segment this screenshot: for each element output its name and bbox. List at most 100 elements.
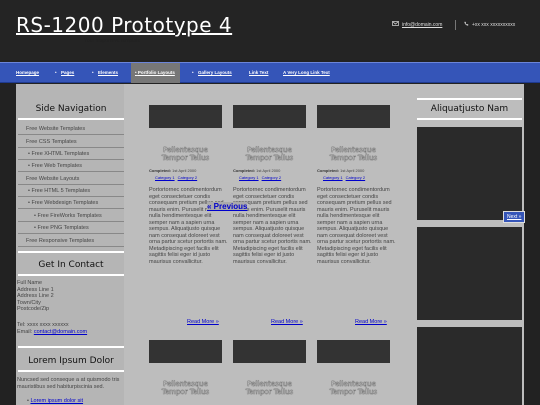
side-nav-item-website-layouts[interactable]: Free Website Layouts <box>18 173 124 185</box>
nav-gallery-layouts[interactable]: Gallery Layouts <box>198 63 232 83</box>
card-image[interactable] <box>149 340 222 363</box>
address-line: Address Line 2 <box>17 293 54 299</box>
next-button[interactable]: Next » <box>503 211 526 223</box>
side-nav-item-xhtml-templates[interactable]: • Free XHTML Templates <box>18 148 124 160</box>
right-heading-divider-bottom <box>417 118 522 120</box>
card-title[interactable]: Pellentesque Tempor Tellus <box>149 146 222 162</box>
envelope-icon <box>392 21 399 28</box>
card-image[interactable] <box>233 340 306 363</box>
side-nav-item-html5-templates[interactable]: • Free HTML 5 Templates <box>18 185 124 197</box>
header-email-link[interactable]: info@domain.com <box>402 22 442 28</box>
card-title-line: Pellentesque <box>247 380 292 388</box>
nav-long-link-text[interactable]: A Very Long Link Text <box>283 63 330 83</box>
side-nav-item-fireworks-templates[interactable]: • Free FireWorks Templates <box>18 210 124 222</box>
card-title[interactable]: Pellentesque Tempor Tellus <box>233 146 306 162</box>
card-completed-label: Completed: <box>233 168 255 173</box>
card-title[interactable]: Pellentesque Tempor Tellus <box>233 380 306 396</box>
side-nav-item-label: Free XHTML Templates <box>31 151 90 157</box>
read-more-link[interactable]: Read More » <box>271 319 303 325</box>
card-title-line: Tempor Tellus <box>245 154 294 162</box>
nav-portfolio-bullet: • <box>135 70 137 75</box>
contact-divider-top <box>18 251 124 253</box>
card-category-link[interactable]: Category 1 <box>155 175 175 180</box>
card-categories: Category 1 Category 2 <box>155 175 200 180</box>
card-category-link[interactable]: Category 1 <box>323 175 343 180</box>
right-sidebar-box[interactable] <box>417 127 522 220</box>
card-body: Portortornec condimentordum eget consect… <box>233 187 312 265</box>
card-category-link[interactable]: Category 1 <box>239 175 259 180</box>
address-line: Postcode/Zip <box>17 306 50 312</box>
read-more-link[interactable]: Read More » <box>187 319 219 325</box>
side-nav-heading: Side Navigation <box>35 104 107 114</box>
side-nav-item-webdesign-templates[interactable]: • Free Webdesign Templates <box>18 197 124 209</box>
card-category-link[interactable]: Category 2 <box>262 175 282 180</box>
nav-gallery-bullet: • <box>192 70 194 75</box>
site-title[interactable]: RS-1200 Prototype 4 <box>16 13 232 37</box>
card-title-line: Tempor Tellus <box>161 388 210 396</box>
side-nav-item-website-templates[interactable]: Free Website Templates <box>18 123 124 135</box>
lorem-heading: Lorem Ipsum Dolor <box>28 356 114 366</box>
contact-email-row: Email: contact@domain.com <box>17 329 87 336</box>
card-image[interactable] <box>233 105 306 128</box>
card-title-line: Tempor Tellus <box>329 154 378 162</box>
side-nav-item-web-templates[interactable]: • Free Web Templates <box>18 160 124 172</box>
nav-homepage[interactable]: Homepage <box>16 63 39 83</box>
card-completed-label: Completed: <box>317 168 339 173</box>
card-completed: Completed: 1st April 2000 <box>149 168 196 173</box>
nav-elements-bullet: • <box>92 70 94 75</box>
card-completed: Completed: 1st April 2000 <box>233 168 280 173</box>
side-nav-item-label: Free PNG Templates <box>37 225 89 231</box>
site-header: RS-1200 Prototype 4 Your responsive temp… <box>0 0 540 60</box>
card-title[interactable]: Pellentesque Tempor Tellus <box>317 146 390 162</box>
read-more-link[interactable]: Read More » <box>355 319 387 325</box>
card-title-line: Pellentesque <box>331 146 376 154</box>
card-title[interactable]: Pellentesque Tempor Tellus <box>317 380 390 396</box>
nav-elements[interactable]: Elements <box>98 63 118 83</box>
card-image[interactable] <box>317 340 390 363</box>
phone-icon <box>464 21 469 28</box>
side-nav-item-png-templates[interactable]: • Free PNG Templates <box>18 222 124 234</box>
previous-button[interactable]: « Previous <box>207 202 248 211</box>
card-completed-date: 1st April 2000 <box>172 168 197 173</box>
card-category-link[interactable]: Category 2 <box>178 175 198 180</box>
nav-pages[interactable]: Pages <box>61 63 74 83</box>
main-nav: Homepage • Pages • Elements • Portfolio … <box>0 62 540 83</box>
card-title-line: Pellentesque <box>247 146 292 154</box>
right-sidebar-box[interactable] <box>417 227 522 320</box>
contact-heading: Get In Contact <box>38 260 104 270</box>
lorem-text: Nuncsed sed conseque a at quismodo tris … <box>17 377 120 390</box>
lorem-link[interactable]: Lorem ipsum dolor sit <box>30 398 83 404</box>
card-completed-label: Completed: <box>149 168 171 173</box>
nav-portfolio-label: Portfolio Layouts <box>137 70 175 75</box>
lorem-divider-bottom <box>18 370 124 372</box>
card-image[interactable] <box>149 105 222 128</box>
side-nav-item-label: Free HTML 5 Templates <box>31 188 91 194</box>
card-title[interactable]: Pellentesque Tempor Tellus <box>149 380 222 396</box>
contact-details: Tel: xxxx xxxx xxxxxx Email: contact@dom… <box>17 322 87 335</box>
card-image[interactable] <box>317 105 390 128</box>
side-nav-item-label: Free Webdesign Templates <box>31 200 99 206</box>
card-title-line: Tempor Tellus <box>161 154 210 162</box>
contact-divider-bottom <box>18 274 124 276</box>
contact-address: Full Name Address Line 1 Address Line 2 … <box>17 280 54 313</box>
contact-email-link[interactable]: contact@domain.com <box>34 329 87 335</box>
side-nav-item-label: Free FireWorks Templates <box>37 213 102 219</box>
lorem-divider-top <box>18 346 124 348</box>
nav-link-text[interactable]: Link Text <box>249 63 268 83</box>
card-categories: Category 1 Category 2 <box>239 175 284 180</box>
card-title-line: Pellentesque <box>163 146 208 154</box>
nav-pages-bullet: • <box>55 70 57 75</box>
nav-portfolio-layouts[interactable]: • Portfolio Layouts <box>131 63 180 83</box>
right-heading-divider-top <box>417 98 522 100</box>
right-sidebar-box[interactable] <box>417 327 522 405</box>
card-category-link[interactable]: Category 2 <box>346 175 366 180</box>
lorem-link-item: • Lorem ipsum dolor sit <box>17 398 123 405</box>
card-body: Portortornec condimentordum eget consect… <box>317 187 396 265</box>
side-nav-item-responsive-templates[interactable]: Free Responsive Templates <box>18 235 124 247</box>
header-email: info@domain.com <box>392 21 442 28</box>
side-nav-item-css-templates[interactable]: Free CSS Templates <box>18 136 124 148</box>
header-phone-number: +xx xxx xxxxxxxxxx <box>472 21 516 28</box>
card-body: Portortornec condimentordum eget consect… <box>149 187 228 265</box>
side-nav-item-label: Free Web Templates <box>31 163 83 169</box>
side-nav-divider <box>18 118 124 120</box>
